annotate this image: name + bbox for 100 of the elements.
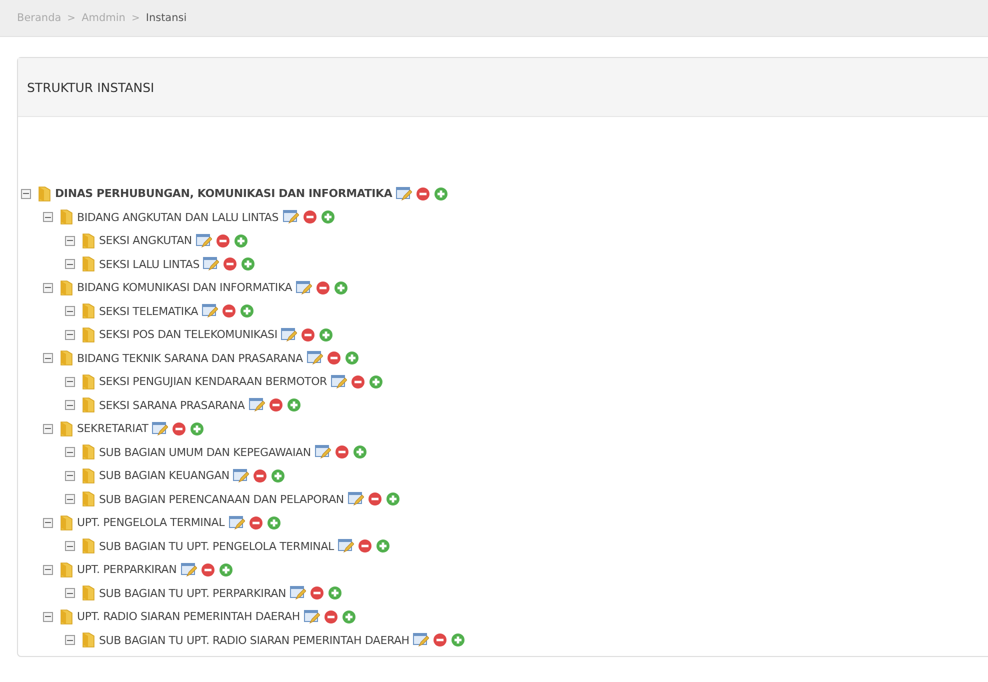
add-icon[interactable] [352, 445, 367, 460]
remove-icon[interactable] [310, 586, 324, 600]
add-icon[interactable] [271, 468, 286, 483]
edit-icon[interactable] [290, 586, 306, 600]
collapse-toggle[interactable] [43, 353, 53, 364]
add-icon[interactable] [344, 351, 359, 366]
tree-node-label[interactable]: SUB BAGIAN PERENCANAAN DAN PELAPORAN [99, 492, 344, 506]
edit-icon[interactable] [348, 492, 364, 506]
edit-icon[interactable] [281, 328, 298, 342]
collapse-toggle[interactable] [65, 635, 75, 646]
tree-node-label[interactable]: SEKRETARIAT [77, 422, 148, 436]
collapse-toggle[interactable] [43, 564, 53, 575]
remove-icon[interactable] [172, 422, 186, 436]
tree-node-label[interactable]: SEKSI TELEMATIKA [99, 304, 198, 318]
tree-node-label[interactable]: SUB BAGIAN TU UPT. PENGELOLA TERMINAL [99, 540, 334, 553]
add-icon[interactable] [266, 516, 281, 530]
edit-icon[interactable] [248, 398, 265, 412]
collapse-toggle[interactable] [65, 494, 75, 504]
collapse-toggle[interactable] [65, 400, 75, 410]
remove-icon[interactable] [200, 562, 215, 577]
remove-icon[interactable] [324, 610, 338, 624]
remove-icon[interactable] [253, 468, 268, 483]
remove-icon[interactable] [334, 445, 349, 460]
edit-icon[interactable] [228, 516, 245, 530]
add-icon[interactable] [342, 610, 356, 624]
collapse-toggle[interactable] [65, 541, 75, 552]
edit-icon[interactable] [282, 210, 299, 224]
edit-icon[interactable] [304, 610, 320, 624]
tree-node-label[interactable]: UPT. PENGELOLA TERMINAL [77, 516, 225, 530]
remove-icon[interactable] [268, 398, 283, 412]
remove-icon[interactable] [368, 492, 382, 506]
breadcrumb-link[interactable]: Instansi [146, 12, 187, 24]
edit-icon[interactable] [152, 422, 168, 436]
edit-icon[interactable] [338, 539, 354, 554]
tree-node-label[interactable]: SEKSI LALU LINTAS [99, 258, 200, 271]
tree-node-label[interactable]: BIDANG TEKNIK SARANA DAN PRASARANA [77, 352, 303, 365]
add-icon[interactable] [334, 280, 348, 295]
remove-icon[interactable] [350, 374, 365, 389]
tree-node-label[interactable]: BIDANG KOMUNIKASI DAN INFORMATIKA [77, 281, 292, 294]
collapse-toggle[interactable] [65, 259, 75, 270]
remove-icon[interactable] [416, 186, 430, 201]
tree-node-label[interactable]: UPT. RADIO SIARAN PEMERINTAH DAERAH [77, 610, 300, 624]
edit-icon[interactable] [396, 186, 412, 201]
edit-icon[interactable] [306, 351, 323, 366]
remove-icon[interactable] [223, 257, 238, 272]
edit-icon[interactable] [314, 445, 331, 460]
collapse-toggle[interactable] [65, 376, 75, 387]
edit-icon[interactable] [413, 633, 430, 648]
collapse-toggle[interactable] [43, 612, 53, 622]
edit-icon[interactable] [330, 374, 347, 389]
collapse-toggle[interactable] [65, 470, 75, 481]
add-icon[interactable] [241, 257, 256, 272]
add-icon[interactable] [451, 633, 466, 648]
tree-node-label[interactable]: SEKSI SARANA PRASARANA [99, 398, 245, 412]
remove-icon[interactable] [301, 328, 316, 342]
edit-icon[interactable] [202, 304, 218, 318]
edit-icon[interactable] [180, 562, 197, 577]
collapse-toggle[interactable] [65, 330, 75, 340]
collapse-toggle[interactable] [43, 424, 53, 434]
tree-node-label[interactable]: SUB BAGIAN TU UPT. PERPARKIRAN [99, 586, 286, 600]
add-icon[interactable] [190, 422, 204, 436]
edit-icon[interactable] [296, 280, 312, 295]
tree-node-label[interactable]: SUB BAGIAN UMUM DAN KEPEGAWAIAN [99, 446, 311, 459]
remove-icon[interactable] [316, 280, 330, 295]
remove-icon[interactable] [358, 539, 372, 554]
collapse-toggle[interactable] [43, 518, 53, 528]
remove-icon[interactable] [216, 234, 230, 248]
add-icon[interactable] [286, 398, 301, 412]
add-icon[interactable] [328, 586, 342, 600]
add-icon[interactable] [319, 328, 334, 342]
add-icon[interactable] [234, 234, 248, 248]
collapse-toggle[interactable] [43, 212, 53, 222]
collapse-toggle[interactable] [65, 588, 75, 598]
tree-node-label[interactable]: UPT. PERPARKIRAN [77, 563, 177, 576]
collapse-toggle[interactable] [65, 447, 75, 458]
remove-icon[interactable] [248, 516, 263, 530]
add-icon[interactable] [386, 492, 400, 506]
tree-node-label[interactable]: DINAS PERHUBUNGAN, KOMUNIKASI DAN INFORMATIKA [55, 187, 392, 200]
add-icon[interactable] [240, 304, 254, 318]
remove-icon[interactable] [302, 210, 317, 224]
add-icon[interactable] [376, 539, 390, 554]
collapse-toggle[interactable] [65, 236, 75, 246]
edit-icon[interactable] [203, 257, 220, 272]
edit-icon[interactable] [196, 234, 212, 248]
remove-icon[interactable] [326, 351, 341, 366]
tree-node-label[interactable]: SUB BAGIAN KEUANGAN [99, 469, 230, 482]
tree-node-label[interactable]: SEKSI POS DAN TELEKOMUNIKASI [99, 328, 278, 342]
tree-node-label[interactable]: BIDANG ANGKUTAN DAN LALU LINTAS [77, 210, 279, 224]
remove-icon[interactable] [433, 633, 448, 648]
add-icon[interactable] [218, 562, 233, 577]
collapse-toggle[interactable] [43, 282, 53, 293]
remove-icon[interactable] [222, 304, 236, 318]
add-icon[interactable] [368, 374, 383, 389]
add-icon[interactable] [320, 210, 335, 224]
collapse-toggle[interactable] [21, 188, 31, 199]
add-icon[interactable] [434, 186, 448, 201]
collapse-toggle[interactable] [65, 306, 75, 316]
tree-node-label[interactable]: SEKSI ANGKUTAN [99, 234, 192, 248]
tree-node-label[interactable]: SEKSI PENGUJIAN KENDARAAN BERMOTOR [99, 375, 327, 388]
tree-node-label[interactable]: SUB BAGIAN TU UPT. RADIO SIARAN PEMERINTAH DAERAH [99, 634, 410, 647]
